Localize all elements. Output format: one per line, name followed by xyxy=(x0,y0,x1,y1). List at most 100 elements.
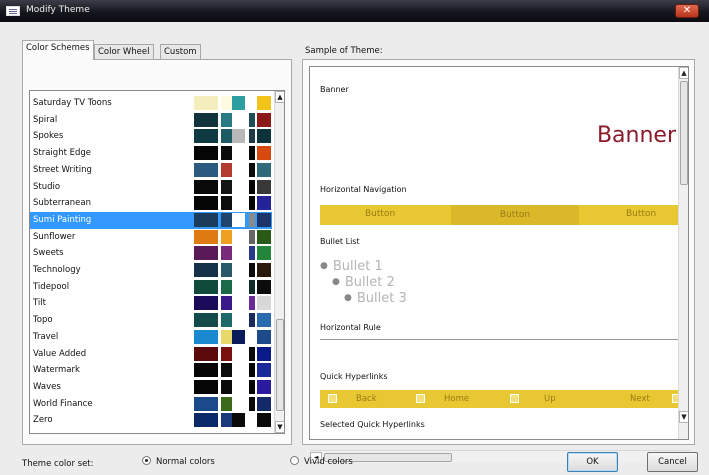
color-swatch xyxy=(194,263,218,277)
scheme-row[interactable]: Straight Edge xyxy=(30,145,284,162)
scheme-name: Saturday TV Toons xyxy=(33,98,112,108)
color-swatch xyxy=(194,329,218,344)
cancel-button[interactable]: Cancel xyxy=(647,452,698,472)
rule-heading: Horizontal Rule xyxy=(320,323,381,332)
color-swatch xyxy=(249,96,255,110)
scheme-row[interactable]: Studio xyxy=(30,179,284,196)
color-swatch xyxy=(257,413,271,428)
scheme-list[interactable]: Saturday TV Toons Spiral Spokes Straight Ed… xyxy=(29,90,285,434)
banner-heading: Banner xyxy=(320,85,349,94)
dialog-client: Color Schemes Color Wheel Custom Saturda… xyxy=(0,22,709,475)
color-swatch xyxy=(221,179,232,194)
color-swatch xyxy=(221,346,232,361)
sample-frame: Banner Banner Horizontal Navigation Butt… xyxy=(302,59,695,463)
scroll-up-button[interactable]: ▲ xyxy=(275,91,284,103)
nav-button-2: Button xyxy=(451,205,579,225)
nav-button-1: Button xyxy=(365,209,396,219)
color-swatch xyxy=(221,246,232,261)
ok-button[interactable]: OK xyxy=(567,452,618,472)
scheme-row[interactable]: Watermark xyxy=(30,362,284,379)
color-swatch xyxy=(249,346,255,361)
quick-link-back: Back xyxy=(356,394,377,404)
color-swatch xyxy=(194,162,218,177)
preview-scroll-down-button[interactable]: ▼ xyxy=(679,411,688,423)
color-swatch xyxy=(194,129,218,144)
color-swatch xyxy=(257,346,271,361)
scheme-name: Spokes xyxy=(33,131,64,142)
app-icon xyxy=(6,6,20,16)
tab-custom[interactable]: Custom xyxy=(160,44,201,59)
scheme-row[interactable]: Sunflower xyxy=(30,229,284,246)
color-swatch xyxy=(232,296,245,311)
scheme-row[interactable]: Waves xyxy=(30,379,284,396)
vivid-colors-label[interactable]: Vivid colors xyxy=(304,457,353,467)
scheme-list-scrollbar[interactable]: ▲ ▼ xyxy=(274,91,284,433)
color-swatch xyxy=(221,396,232,411)
scheme-row[interactable]: Spokes xyxy=(30,128,284,145)
scheme-row[interactable]: Subterranean xyxy=(30,195,284,212)
scheme-name: Tilt xyxy=(33,298,46,309)
color-swatch xyxy=(221,112,232,127)
scheme-row[interactable]: Topo xyxy=(30,312,284,329)
color-swatch xyxy=(232,363,245,378)
scheme-name: Spiral xyxy=(33,114,58,125)
preview-scroll-up-button[interactable]: ▲ xyxy=(679,67,688,79)
vivid-colors-radio[interactable] xyxy=(290,456,299,465)
color-swatch xyxy=(194,96,218,110)
scheme-name: Tidepool xyxy=(33,281,70,292)
quick-link-up: Up xyxy=(544,394,556,404)
scheme-row[interactable]: Spiral xyxy=(30,112,284,129)
scheme-row[interactable]: Travel xyxy=(30,329,284,346)
tab-color-wheel[interactable]: Color Wheel xyxy=(94,44,154,59)
color-swatch xyxy=(257,279,271,294)
color-swatch xyxy=(249,162,255,177)
color-swatch xyxy=(249,179,255,194)
scheme-name: Zero xyxy=(33,415,53,426)
scheme-row[interactable]: Value Added xyxy=(30,346,284,363)
sample-label: Sample of Theme: xyxy=(305,46,383,56)
normal-colors-label[interactable]: Normal colors xyxy=(156,457,215,467)
scheme-name: Subterranean xyxy=(33,198,92,209)
scheme-name: Technology xyxy=(33,265,81,275)
color-set-label: Theme color set: xyxy=(22,459,94,469)
scheme-name: Straight Edge xyxy=(33,148,92,159)
scheme-row[interactable]: Sweets xyxy=(30,245,284,262)
tab-color-schemes[interactable]: Color Schemes xyxy=(22,40,94,60)
scroll-thumb[interactable] xyxy=(276,319,284,411)
color-swatch xyxy=(249,396,255,411)
color-swatch xyxy=(221,296,232,311)
color-swatch xyxy=(194,346,218,361)
scheme-name: Street Writing xyxy=(33,164,92,175)
color-swatch xyxy=(221,229,232,244)
close-button[interactable]: ✕ xyxy=(675,4,699,18)
color-swatch xyxy=(232,179,245,194)
scroll-down-button[interactable]: ▼ xyxy=(275,421,284,433)
preview-vscrollbar[interactable]: ▲ ▼ xyxy=(678,67,688,439)
scheme-name: Travel xyxy=(33,331,59,342)
scheme-row[interactable]: Sumi Painting xyxy=(30,211,284,229)
scheme-name: Sunflower xyxy=(33,231,76,242)
color-swatch xyxy=(221,212,232,227)
color-swatch xyxy=(221,96,232,110)
color-swatch xyxy=(221,329,232,344)
scheme-row[interactable]: Saturday TV Toons xyxy=(30,95,284,112)
preview-scroll-thumb[interactable] xyxy=(680,81,688,185)
scheme-name: Studio xyxy=(33,181,61,192)
color-swatch xyxy=(194,229,218,244)
scheme-row[interactable]: Zero xyxy=(30,412,284,429)
scheme-row[interactable]: Tidepool xyxy=(30,279,284,296)
scheme-row[interactable]: Tilt xyxy=(30,295,284,312)
home-icon xyxy=(416,394,425,403)
color-swatch xyxy=(221,146,232,161)
color-swatch xyxy=(257,129,271,144)
preview-hscrollbar[interactable]: ◄ ► xyxy=(310,450,690,463)
color-swatch xyxy=(257,179,271,194)
normal-colors-radio[interactable] xyxy=(142,456,151,465)
bullet-2: ● Bullet 2 xyxy=(332,275,395,290)
scheme-row[interactable]: Street Writing xyxy=(30,162,284,179)
color-swatch xyxy=(221,129,232,144)
color-swatch xyxy=(257,313,271,328)
banner-text: Banner xyxy=(596,123,676,148)
scheme-row[interactable]: World Finance xyxy=(30,396,284,413)
scheme-row[interactable]: Technology xyxy=(30,262,284,279)
